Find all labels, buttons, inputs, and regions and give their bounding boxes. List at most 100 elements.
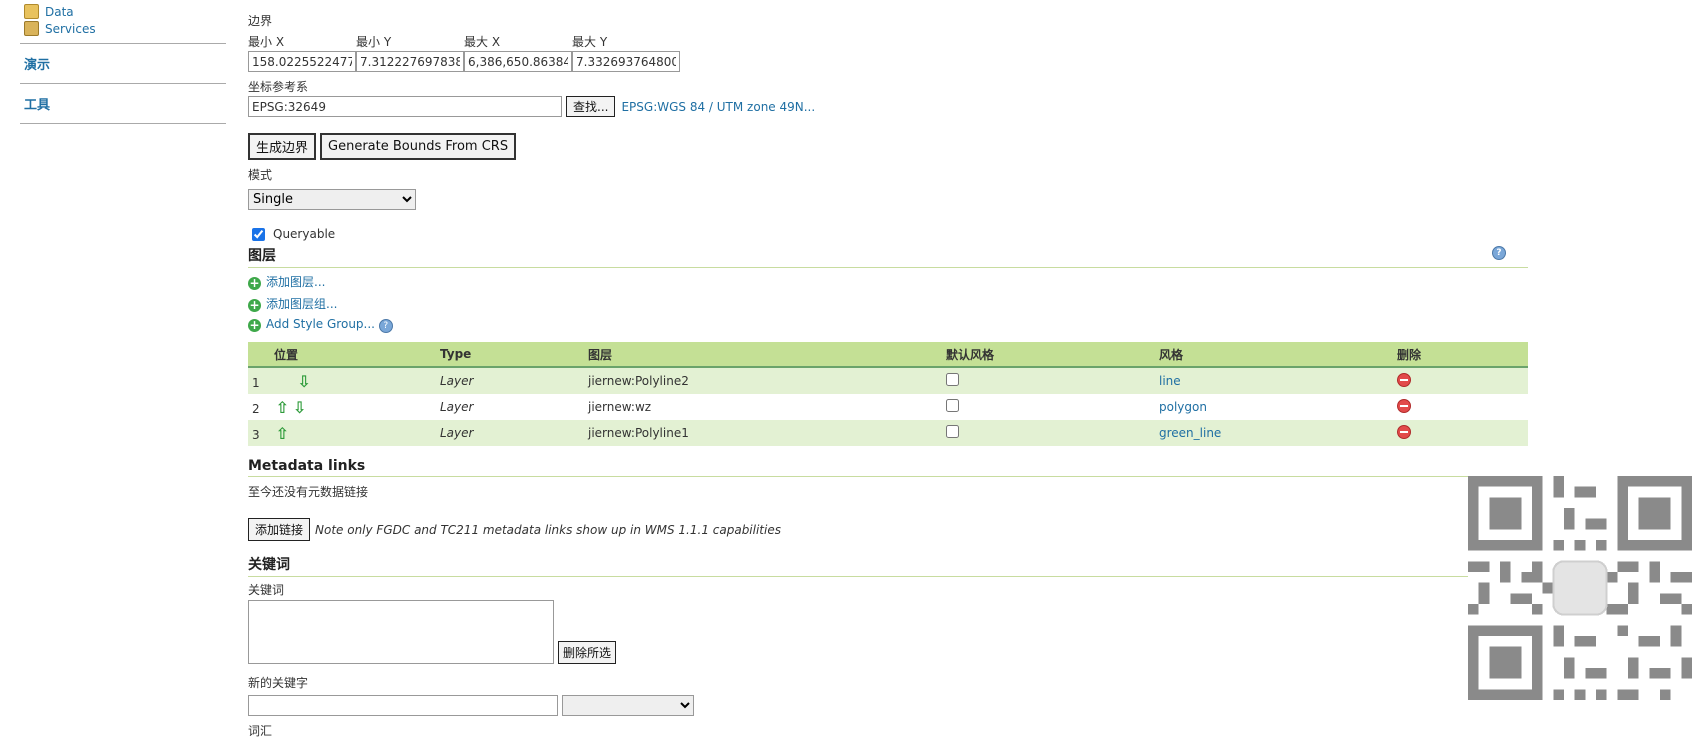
style-cell: green_line xyxy=(1155,420,1393,446)
min-x-field[interactable] xyxy=(248,51,356,72)
queryable-checkbox[interactable] xyxy=(252,227,265,241)
new-keyword-label: 新的关键字 xyxy=(248,676,309,690)
remove-selected-keywords-button[interactable]: 删除所选 xyxy=(558,641,617,664)
help-icon[interactable]: ? xyxy=(1492,246,1506,260)
column-header-default-style: 默认风格 xyxy=(942,342,1155,368)
default-style-checkbox[interactable] xyxy=(946,399,959,412)
remove-cell xyxy=(1393,367,1528,394)
max-y-field[interactable] xyxy=(572,51,680,72)
min-y-label: 最小 Y xyxy=(356,35,392,49)
sidebar-item-services[interactable]: Services xyxy=(24,20,226,37)
min-x-label: 最小 X xyxy=(248,35,285,49)
max-y-label: 最大 Y xyxy=(572,35,608,49)
column-header-remove: 删除 xyxy=(1393,342,1528,368)
add-layer-label[interactable]: 添加图层... xyxy=(266,275,325,289)
table-row: 2 ⇧ ⇩ Layer jiernew:wz polygon xyxy=(248,394,1528,420)
position-number: 1 xyxy=(252,375,260,390)
add-icon: + xyxy=(248,298,261,312)
keywords-list-label: 关键词 xyxy=(248,583,285,597)
style-cell: line xyxy=(1155,367,1393,394)
data-icon xyxy=(24,4,39,19)
move-up-icon[interactable]: ⇧ xyxy=(275,424,288,443)
keyword-language-select[interactable] xyxy=(562,695,694,716)
position-cell: 2 ⇧ ⇩ xyxy=(248,394,436,420)
layer-name-cell: jiernew:Polyline2 xyxy=(584,367,942,394)
default-style-checkbox[interactable] xyxy=(946,425,959,438)
find-crs-button[interactable]: 查找... xyxy=(566,96,616,117)
layer-name-cell: jiernew:Polyline1 xyxy=(584,420,942,446)
default-style-cell xyxy=(942,367,1155,394)
layers-title-text: 图层 xyxy=(248,248,276,264)
sidebar-section-tools[interactable]: 工具 xyxy=(20,84,226,123)
table-header-row: 位置 Type 图层 默认风格 风格 删除 xyxy=(248,342,1528,368)
position-number: 3 xyxy=(252,427,260,442)
sidebar-section-demos[interactable]: 演示 xyxy=(20,44,226,83)
style-link[interactable]: green_line xyxy=(1159,426,1221,440)
add-layer-link[interactable]: + 添加图层... xyxy=(248,273,1528,295)
crs-label: 坐标参考系 xyxy=(248,80,309,94)
sidebar: Data Services 演示 工具 xyxy=(20,0,226,124)
add-style-group-label[interactable]: Add Style Group... xyxy=(266,317,375,331)
column-header-position: 位置 xyxy=(248,342,436,368)
move-up-icon[interactable]: ⇧ xyxy=(275,398,288,417)
add-icon: + xyxy=(248,318,261,332)
qr-code-image xyxy=(1468,476,1692,700)
style-link[interactable]: polygon xyxy=(1159,400,1207,414)
remove-icon[interactable] xyxy=(1397,424,1411,439)
services-icon xyxy=(24,21,39,36)
generate-bounds-from-crs-button[interactable]: Generate Bounds From CRS xyxy=(320,133,517,160)
column-header-type: Type xyxy=(436,342,584,368)
metadata-empty-text: 至今还没有元数据链接 xyxy=(248,485,369,499)
new-keyword-field[interactable] xyxy=(248,695,558,716)
type-cell: Layer xyxy=(440,400,474,414)
crs-description-link[interactable]: EPSG:WGS 84 / UTM zone 49N... xyxy=(621,100,815,114)
remove-icon[interactable] xyxy=(1397,372,1411,387)
max-x-field[interactable] xyxy=(464,51,572,72)
metadata-note: Note only FGDC and TC211 metadata links … xyxy=(315,522,781,537)
position-cell: 1 ⇩ xyxy=(248,367,436,394)
add-layer-group-label[interactable]: 添加图层组... xyxy=(266,297,337,311)
keywords-section-title: 关键词 xyxy=(248,554,1528,577)
keywords-list[interactable] xyxy=(248,600,554,664)
type-cell: Layer xyxy=(436,420,584,446)
mode-label: 模式 xyxy=(248,168,273,182)
metadata-section-title: Metadata links xyxy=(248,458,1528,477)
style-link[interactable]: line xyxy=(1159,374,1181,388)
min-y-field[interactable] xyxy=(356,51,464,72)
sidebar-item-label: Services xyxy=(45,21,96,36)
sidebar-item-label: Data xyxy=(45,4,74,19)
layer-name-cell: jiernew:wz xyxy=(588,400,652,414)
generate-bounds-button[interactable]: 生成边界 xyxy=(248,133,317,160)
layers-table: 位置 Type 图层 默认风格 风格 删除 1 ⇩ Layer jiernew:… xyxy=(248,342,1528,446)
style-cell: polygon xyxy=(1155,394,1393,420)
mode-select[interactable]: Single xyxy=(248,189,416,210)
add-icon: + xyxy=(248,276,261,290)
column-header-style: 风格 xyxy=(1155,342,1393,368)
move-down-icon[interactable]: ⇩ xyxy=(297,372,310,391)
remove-cell xyxy=(1393,420,1528,446)
remove-cell xyxy=(1393,394,1528,420)
default-style-checkbox[interactable] xyxy=(946,373,959,386)
position-number: 2 xyxy=(252,401,260,416)
divider xyxy=(20,123,226,124)
queryable-label: Queryable xyxy=(273,227,336,241)
max-x-label: 最大 X xyxy=(464,35,501,49)
default-style-cell xyxy=(942,394,1155,420)
remove-icon[interactable] xyxy=(1397,398,1411,413)
sidebar-item-data[interactable]: Data xyxy=(24,3,226,20)
bounds-title: 边界 xyxy=(248,14,273,28)
column-header-layer: 图层 xyxy=(584,342,942,368)
default-style-cell xyxy=(942,420,1155,446)
layers-section-title: 图层 ? xyxy=(248,245,1528,268)
help-icon[interactable]: ? xyxy=(378,319,393,333)
add-layer-group-link[interactable]: + 添加图层组... xyxy=(248,295,1528,317)
vocabulary-label: 词汇 xyxy=(248,724,273,738)
add-style-group-link[interactable]: + Add Style Group... ? xyxy=(248,317,1528,339)
move-down-icon[interactable]: ⇩ xyxy=(293,398,306,417)
position-cell: 3 ⇧ xyxy=(248,420,436,446)
add-metadata-link-button[interactable]: 添加链接 xyxy=(248,518,311,541)
type-cell: Layer xyxy=(436,367,584,394)
crs-field[interactable] xyxy=(248,96,562,117)
table-row: 1 ⇩ Layer jiernew:Polyline2 line xyxy=(248,367,1528,394)
table-row: 3 ⇧ Layer jiernew:Polyline1 green_line xyxy=(248,420,1528,446)
